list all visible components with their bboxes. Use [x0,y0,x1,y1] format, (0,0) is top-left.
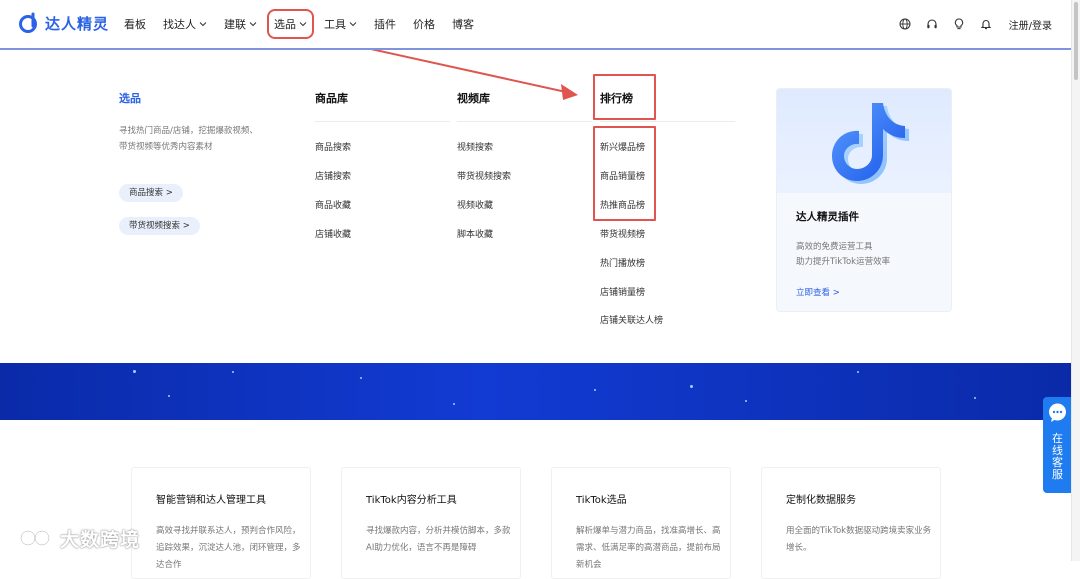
nav-label: 找达人 [163,18,196,31]
feature-card-product-selection[interactable]: TikTok选品 解析爆单与潜力商品，找准高增长、高需求、低满足率的高潜商品，提… [551,467,731,579]
banner-star [360,377,362,379]
video-search-button[interactable]: 带货视频搜索 > [119,217,200,235]
menu-link-video-favorites[interactable]: 视频收藏 [457,198,493,211]
online-service-label: 在线客服 [1052,432,1063,481]
plugin-card-title: 达人精灵插件 [796,211,859,223]
annotation-box-ranking-items [593,126,656,221]
nav-item-tools[interactable]: 工具 [324,16,357,32]
annotation-box-rankings-title [593,74,656,120]
chevron-down-icon [249,22,257,27]
plugin-desc-line: 助力提升TikTok运营效率 [796,257,891,267]
main-nav: 看板 找达人 建联 选品 工具 插件 价格 博客 [124,0,491,48]
column-title-product-library: 商品库 [315,92,348,105]
lightbulb-icon[interactable] [953,18,965,30]
nav-label: 插件 [374,18,396,31]
online-service-button[interactable]: 在线客服 [1043,397,1072,493]
feature-title: TikTok选品 [576,495,627,506]
login-register-link[interactable]: 注册/登录 [1009,17,1052,32]
nav-label: 博客 [452,18,474,31]
menu-link-shop-search[interactable]: 店铺搜索 [315,169,351,182]
plugin-desc-line: 高效的免费运营工具 [796,242,873,252]
bell-icon[interactable] [980,18,992,30]
plugin-promo-card[interactable]: 达人精灵插件 高效的免费运营工具 助力提升TikTok运营效率 立即查看 > [776,88,952,312]
plugin-hero-image [777,89,951,193]
menu-link-product-search[interactable]: 商品搜索 [315,140,351,153]
nav-item-find-creators[interactable]: 找达人 [163,16,207,32]
nav-label: 选品 [274,18,296,31]
header-actions: 注册/登录 [884,0,1052,48]
product-search-button[interactable]: 商品搜索 > [119,184,183,202]
watermark-logo-icon [10,528,51,546]
feature-title: 定制化数据服务 [786,495,856,506]
menu-link-hot-play-rank[interactable]: 热门播放榜 [600,256,645,269]
nav-label: 建联 [224,18,246,31]
menu-link-shop-sales-rank[interactable]: 店铺销量榜 [600,285,645,298]
nav-label: 价格 [413,18,435,31]
nav-label: 工具 [324,18,346,31]
nav-label: 看板 [124,18,146,31]
chat-bubble-icon [1049,403,1066,422]
banner-star [453,403,455,405]
feature-title: TikTok内容分析工具 [366,495,457,506]
chevron-down-icon [349,22,357,27]
chevron-down-icon [199,22,207,27]
menu-link-video-search[interactable]: 视频搜索 [457,140,493,153]
plugin-view-now-link[interactable]: 立即查看 > [796,286,840,298]
chevron-down-icon [299,22,307,27]
nav-item-blog[interactable]: 博客 [452,16,474,32]
globe-icon[interactable] [899,18,911,30]
watermark: 大数跨境 [8,525,140,552]
banner-star [745,400,747,402]
tiktok-logo-icon [832,103,909,184]
intro-title: 选品 [119,92,141,105]
banner-star [857,371,859,373]
feature-description: 用全面的TikTok数据驱动跨境卖家业务增长。 [786,526,932,553]
banner-star [974,397,976,399]
column-divider [315,121,450,122]
banner-star [594,389,596,391]
banner-star [168,395,170,397]
feature-description: 解析爆单与潜力商品，找准高增长、高需求、低满足率的高潜商品，提前布局新机会 [576,526,721,570]
headset-icon[interactable] [926,18,938,30]
menu-link-sales-video-rank[interactable]: 带货视频榜 [600,227,645,240]
feature-description: 寻找爆款内容，分析并模仿脚本，多款AI助力优化，语言不再是障碍 [366,526,511,553]
top-navbar: 达人精灵 看板 找达人 建联 选品 工具 插件 价格 博客 注册/登录 [0,0,1072,50]
feature-description: 高效寻找并联系达人，预判合作风险，追踪效果，沉淀达人池，闭环管理，多达合作 [156,526,301,570]
nav-item-dashboard[interactable]: 看板 [124,16,146,32]
watermark-text: 大数跨境 [60,529,141,551]
nav-item-outreach[interactable]: 建联 [224,16,257,32]
nav-item-product-selection[interactable]: 选品 [267,9,314,39]
logo-icon [19,12,37,33]
menu-link-product-favorites[interactable]: 商品收藏 [315,198,351,211]
menu-link-shop-favorites[interactable]: 店铺收藏 [315,227,351,240]
menu-link-shop-creator-rank[interactable]: 店铺关联达人榜 [600,313,663,326]
page-scrollbar[interactable] [1071,0,1080,561]
column-title-video-library: 视频库 [457,92,490,105]
brand-logo[interactable]: 达人精灵 [18,12,109,34]
plugin-card-description: 高效的免费运营工具 助力提升TikTok运营效率 [796,240,890,270]
scrollbar-thumb[interactable] [1074,2,1078,80]
banner-star [133,370,136,373]
feature-title: 智能营销和达人管理工具 [156,495,266,506]
menu-link-script-favorites[interactable]: 脚本收藏 [457,227,493,240]
column-divider [600,121,735,122]
hero-banner [0,363,1072,420]
nav-item-pricing[interactable]: 价格 [413,16,435,32]
menu-link-sales-video-search[interactable]: 带货视频搜索 [457,169,511,182]
product-selection-dropdown: 选品 寻找热门商品/店铺，挖掘爆款视频、带货视频等优秀内容素材 商品搜索 > 带… [0,50,1072,363]
banner-star [690,385,693,388]
column-divider [457,121,592,122]
feature-card-marketing[interactable]: 智能营销和达人管理工具 高效寻找并联系达人，预判合作风险，追踪效果，沉淀达人池，… [131,467,311,579]
feature-card-content-analysis[interactable]: TikTok内容分析工具 寻找爆款内容，分析并模仿脚本，多款AI助力优化，语言不… [341,467,521,579]
brand-name: 达人精灵 [45,14,110,33]
nav-item-plugin[interactable]: 插件 [374,16,396,32]
feature-card-data-service[interactable]: 定制化数据服务 用全面的TikTok数据驱动跨境卖家业务增长。 [761,467,941,579]
banner-star [232,371,234,373]
intro-description: 寻找热门商品/店铺，挖掘爆款视频、带货视频等优秀内容素材 [119,126,258,152]
